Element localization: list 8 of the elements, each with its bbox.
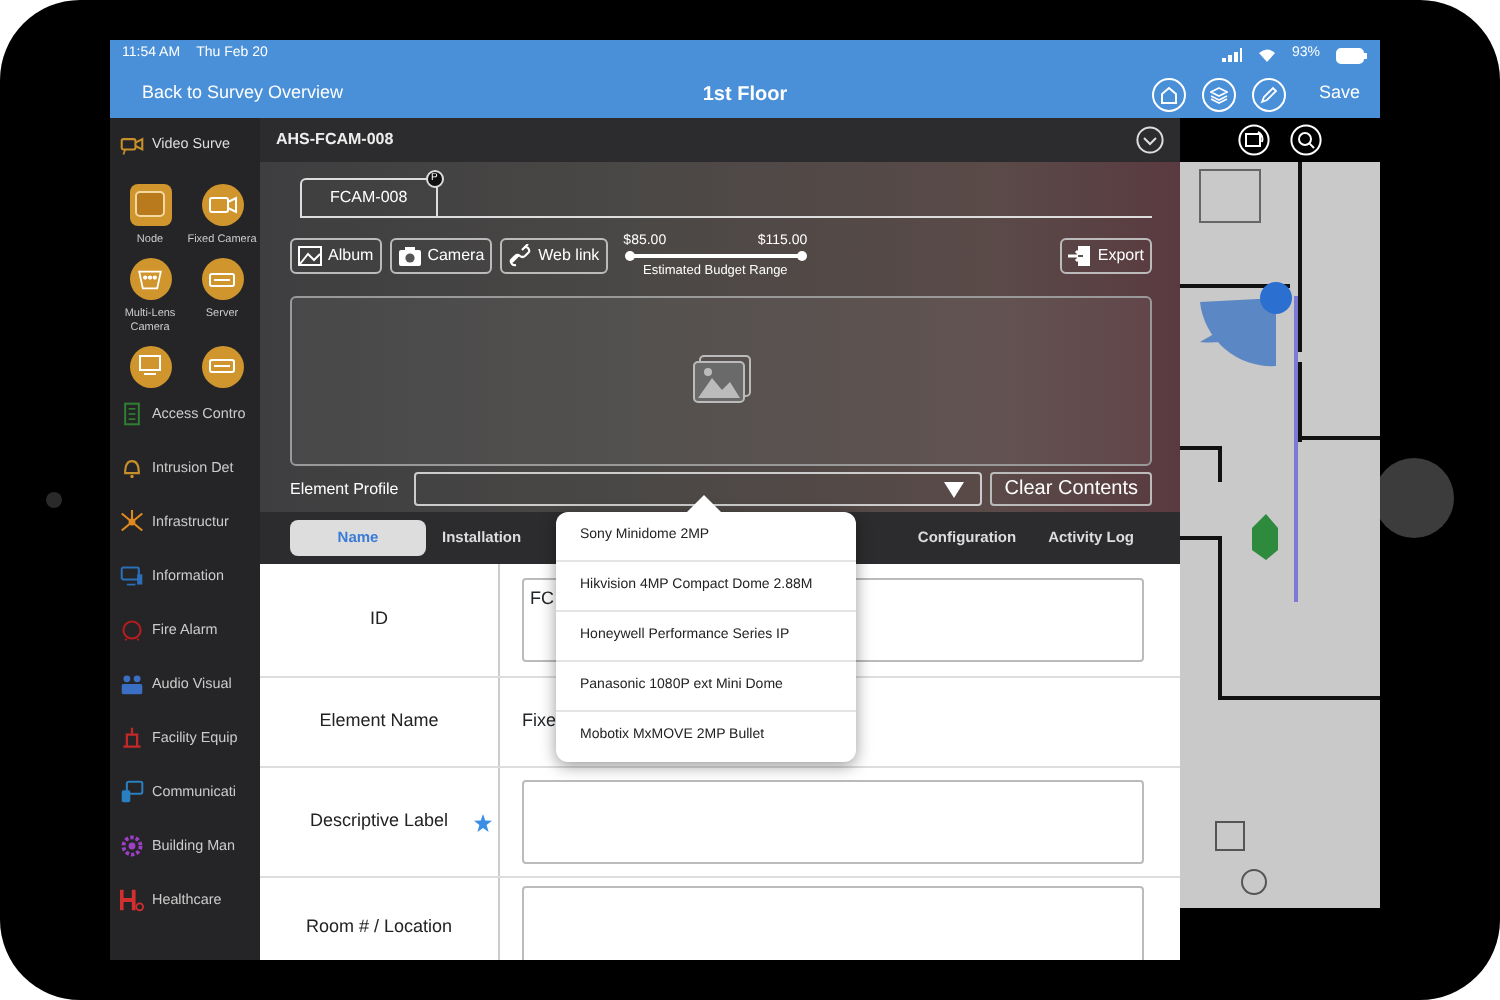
field-label: Room # / Location	[305, 913, 453, 940]
field-label: Element Name	[319, 708, 439, 735]
element-profile-label: Element Profile	[290, 477, 399, 501]
field-value: Fixe	[522, 708, 557, 735]
screen-title: 1st Floor	[702, 83, 788, 105]
element-title: AHS-FCAM-008	[276, 128, 394, 152]
field-label: Descriptive Label	[309, 808, 449, 835]
field-label: ID	[370, 606, 388, 633]
